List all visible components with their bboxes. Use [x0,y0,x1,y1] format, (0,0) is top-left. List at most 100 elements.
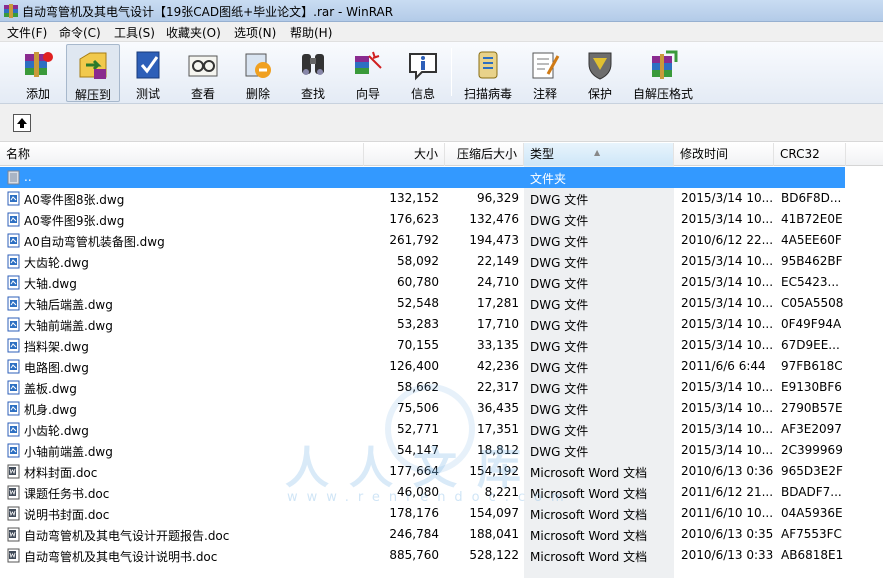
toolbar-separator [451,48,452,96]
file-packed-size: 36,435 [477,401,519,415]
file-row[interactable]: 机身.dwg 75,506 36,435 DWG 文件 2015/3/14 10... 2… [0,398,883,419]
sfx-icon [652,50,678,79]
up-folder-button[interactable] [13,114,31,132]
column-modified[interactable]: 修改时间 [674,143,774,166]
wizard-button[interactable]: 向导 [344,44,392,102]
file-name: A0自动弯管机装备图.dwg [24,235,165,249]
comment-icon [532,52,560,79]
parent-folder-row[interactable]: .. 文件夹 [0,167,883,188]
winrar-app-icon[interactable] [3,3,19,19]
file-type: DWG 文件 [530,214,589,228]
menu-tools[interactable]: 工具(S) [112,24,157,41]
toolbar: 添加 解压到 测试 查看 删除 查找 向导 信息 扫描病毒 注释 保护 自解压格… [0,42,883,104]
file-size: 53,283 [397,317,439,331]
file-row[interactable]: A0自动弯管机装备图.dwg 261,792 194,473 DWG 文件 2010/6… [0,230,883,251]
file-packed-size: 33,135 [477,338,519,352]
add-button[interactable]: 添加 [12,44,64,102]
file-crc: 965D3E2F [781,464,843,478]
file-type: DWG 文件 [530,361,589,375]
file-modified: 2010/6/13 0:33 [681,548,774,562]
extract-to-label: 解压到 [74,88,111,102]
file-row[interactable]: 大齿轮.dwg 58,092 22,149 DWG 文件 2015/3/14 10...… [0,251,883,272]
delete-icon [245,53,271,78]
protect-button[interactable]: 保护 [576,44,624,102]
column-type[interactable]: 类型 ▲ [524,143,674,166]
file-type: Microsoft Word 文档 [530,487,648,501]
file-crc: 2C399969 [781,443,843,457]
selection-highlight [0,167,845,188]
file-size: 52,771 [397,422,439,436]
file-row[interactable]: 小齿轮.dwg 52,771 17,351 DWG 文件 2015/3/14 10...… [0,419,883,440]
file-row[interactable]: 电路图.dwg 126,400 42,236 DWG 文件 2011/6/6 6:44 9… [0,356,883,377]
column-packed[interactable]: 压缩后大小 [445,143,524,166]
menu-favorites[interactable]: 收藏夹(O) [164,24,223,41]
file-type: DWG 文件 [530,298,589,312]
find-button[interactable]: 查找 [289,44,337,102]
file-packed-size: 42,236 [477,359,519,373]
file-name: 小轴前端盖.dwg [24,445,113,459]
menu-command[interactable]: 命令(C) [57,24,103,41]
word-doc-icon [7,464,20,479]
file-packed-size: 132,476 [469,212,519,226]
file-row[interactable]: 自动弯管机及其电气设计说明书.doc 885,760 528,122 Microsof… [0,545,883,566]
file-row[interactable]: 材料封面.doc 177,664 154,192 Microsoft Word 文档 2… [0,461,883,482]
file-packed-size: 17,281 [477,296,519,310]
menu-options[interactable]: 选项(N) [232,24,278,41]
file-modified: 2015/3/14 10... [681,317,774,331]
file-row[interactable]: 说明书封面.doc 178,176 154,097 Microsoft Word 文档… [0,503,883,524]
view-icon [188,55,218,77]
dwg-file-icon [7,443,20,458]
file-row[interactable]: 自动弯管机及其电气设计开题报告.doc 246,784 188,041 Microso… [0,524,883,545]
file-size: 75,506 [397,401,439,415]
comment-button[interactable]: 注释 [521,44,569,102]
column-size[interactable]: 大小 [364,143,445,166]
info-button[interactable]: 信息 [399,44,447,102]
test-button[interactable]: 测试 [124,44,172,102]
file-size: 246,784 [389,527,439,541]
file-modified: 2015/3/14 10... [681,380,774,394]
virus-scan-button[interactable]: 扫描病毒 [458,44,518,102]
column-name[interactable]: 名称 [0,143,364,166]
dwg-file-icon [7,338,20,353]
file-packed-size: 154,097 [469,506,519,520]
delete-label: 删除 [245,87,270,101]
view-label: 查看 [190,87,215,101]
file-name: 电路图.dwg [24,361,89,375]
word-doc-icon [7,506,20,521]
file-row[interactable]: A0零件图9张.dwg 176,623 132,476 DWG 文件 2015/3/14… [0,209,883,230]
file-type: DWG 文件 [530,256,589,270]
word-doc-icon [7,548,20,563]
column-crc[interactable]: CRC32 [774,143,846,166]
file-name: 自动弯管机及其电气设计说明书.doc [24,550,218,564]
file-type: DWG 文件 [530,424,589,438]
find-label: 查找 [300,87,325,101]
file-row[interactable]: 挡料架.dwg 70,155 33,135 DWG 文件 2015/3/14 10...… [0,335,883,356]
file-row[interactable]: 盖板.dwg 58,662 22,317 DWG 文件 2015/3/14 10... E… [0,377,883,398]
title-bar: 自动弯管机及其电气设计【19张CAD图纸+毕业论文】.rar - WinRAR [0,0,883,22]
menu-bar: 文件(F) 命令(C) 工具(S) 收藏夹(O) 选项(N) 帮助(H) [0,22,883,42]
virus-scan-label: 扫描病毒 [463,87,512,101]
file-row[interactable]: 小轴前端盖.dwg 54,147 18,812 DWG 文件 2015/3/14 10.… [0,440,883,461]
file-packed-size: 188,041 [469,527,519,541]
file-modified: 2015/3/14 10... [681,275,774,289]
dwg-file-icon [7,401,20,416]
file-packed-size: 528,122 [469,548,519,562]
menu-file[interactable]: 文件(F) [5,24,49,41]
extract-to-button[interactable]: 解压到 [66,44,120,102]
file-row[interactable]: 大轴.dwg 60,780 24,710 DWG 文件 2015/3/14 10... E… [0,272,883,293]
file-row[interactable]: A0零件图8张.dwg 132,152 96,329 DWG 文件 2015/3/14 … [0,188,883,209]
file-size: 58,092 [397,254,439,268]
file-type: DWG 文件 [530,319,589,333]
view-button[interactable]: 查看 [179,44,227,102]
file-type: DWG 文件 [530,235,589,249]
sfx-button[interactable]: 自解压格式 [631,44,695,102]
dwg-file-icon [7,212,20,227]
delete-button[interactable]: 删除 [234,44,282,102]
sfx-label: 自解压格式 [632,87,693,101]
file-row[interactable]: 课题任务书.doc 46,080 8,221 Microsoft Word 文档 201… [0,482,883,503]
file-row[interactable]: 大轴前端盖.dwg 53,283 17,710 DWG 文件 2015/3/14 10.… [0,314,883,335]
menu-help[interactable]: 帮助(H) [288,24,334,41]
file-type: Microsoft Word 文档 [530,466,648,480]
file-name: 说明书封面.doc [24,508,110,522]
file-row[interactable]: 大轴后端盖.dwg 52,548 17,281 DWG 文件 2015/3/14 10.… [0,293,883,314]
